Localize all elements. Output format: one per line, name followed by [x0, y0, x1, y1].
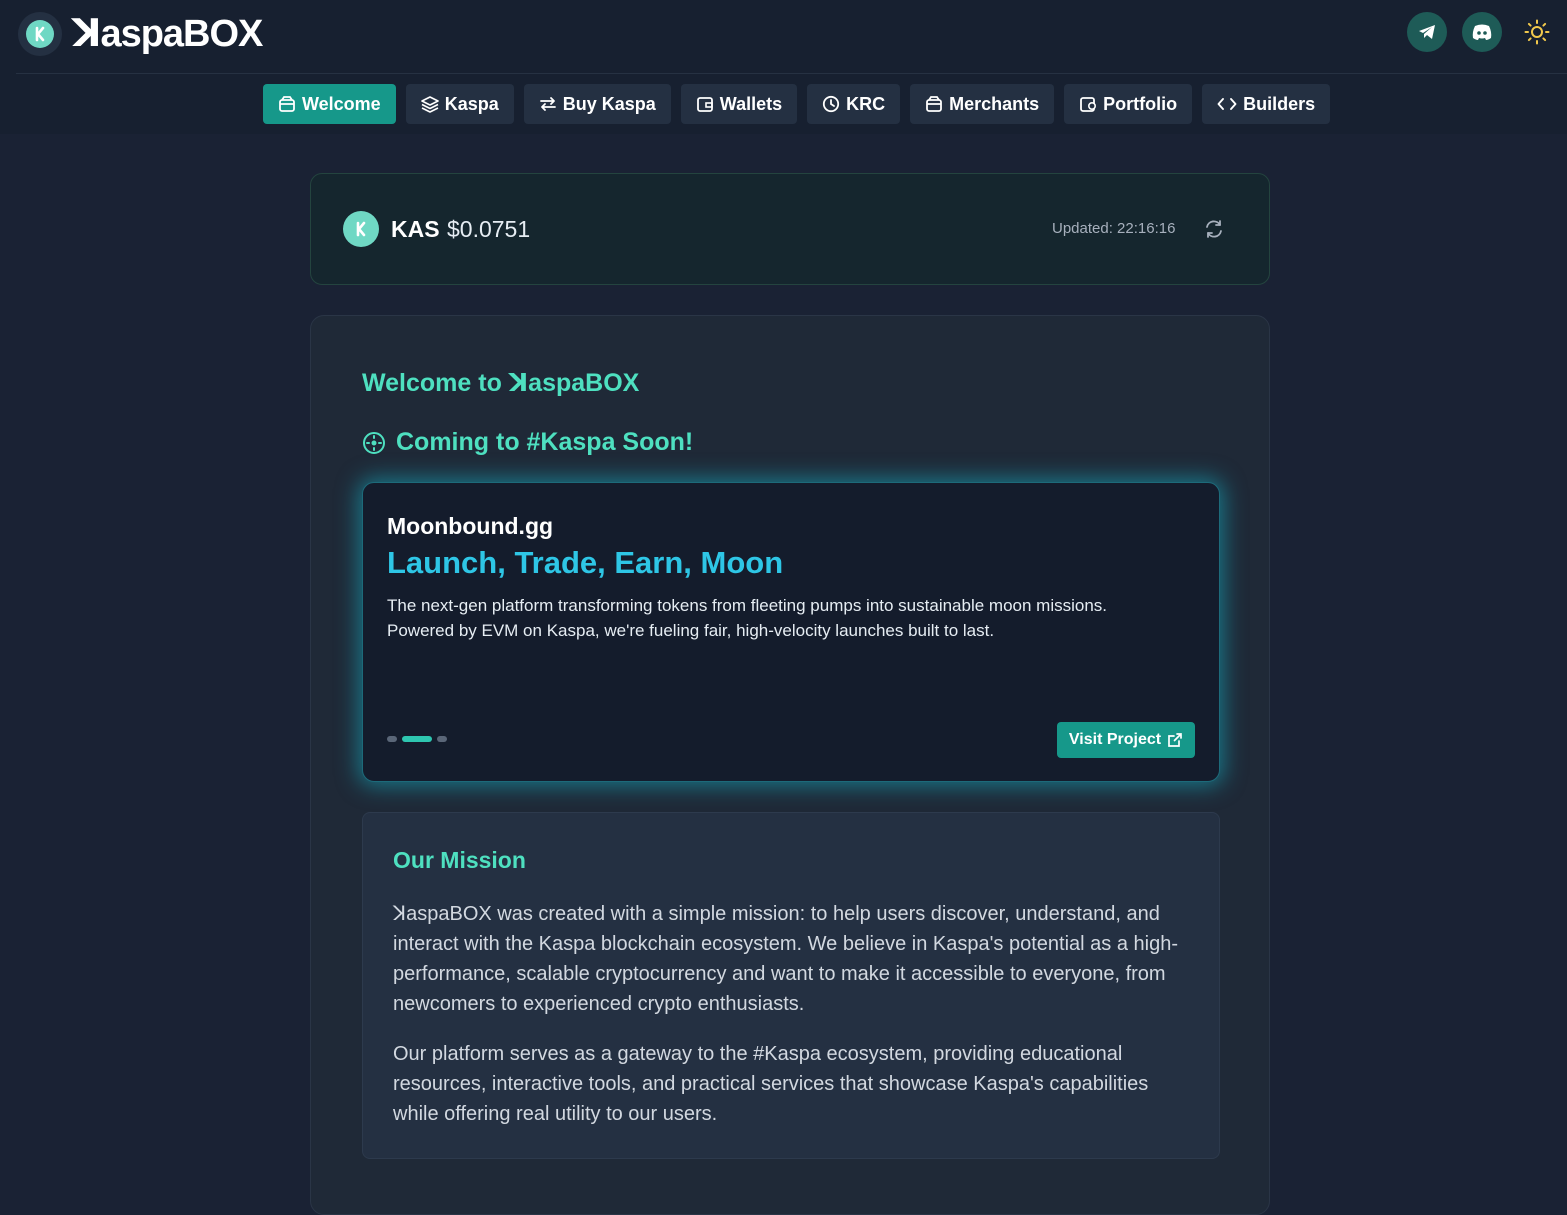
nav-krc[interactable]: KRC: [807, 84, 901, 124]
nav-builders[interactable]: Builders: [1202, 84, 1331, 124]
nav-label: Merchants: [949, 93, 1040, 114]
logo[interactable]: ꓘaspaBOX: [18, 11, 263, 56]
project-name: Moonbound.gg: [387, 513, 554, 539]
nav-label: Wallets: [719, 93, 783, 114]
visit-project-button[interactable]: Visit Project: [1057, 722, 1195, 758]
mission-card: Our Mission ꓘaspaBOX was created with a …: [362, 812, 1220, 1159]
external-link-icon: [1168, 733, 1182, 747]
visit-project-label: Visit Project: [1068, 731, 1162, 748]
top-bar: ꓘaspaBOX Welcome Kaspa Buy Kaspa Wallets: [0, 0, 1567, 134]
carousel-dot[interactable]: [387, 736, 397, 742]
welcome-section: Welcome to ꓘaspaBOX Coming to #Kaspa Soo…: [310, 315, 1270, 1215]
carousel-dots: [387, 736, 452, 742]
nav-label: Welcome: [302, 93, 381, 114]
carousel-dot-active[interactable]: [402, 736, 432, 742]
nav-label: KRC: [846, 93, 886, 114]
carousel-dot[interactable]: [437, 736, 447, 742]
nav-portfolio[interactable]: Portfolio: [1064, 84, 1193, 124]
mission-paragraph-1: ꓘaspaBOX was created with a simple missi…: [393, 903, 1178, 1015]
nav-buy-kaspa[interactable]: Buy Kaspa: [523, 84, 671, 124]
header-divider: [16, 73, 1567, 74]
nav-kaspa[interactable]: Kaspa: [405, 84, 514, 124]
code-icon: [1217, 98, 1237, 110]
coming-soon-text: Coming to #Kaspa Soon!: [396, 428, 694, 456]
welcome-title: Welcome to ꓘaspaBOX: [362, 369, 640, 397]
logo-icon: [18, 11, 62, 56]
clock-icon: [823, 95, 840, 113]
store-icon: [926, 96, 943, 112]
mission-title: Our Mission: [393, 847, 526, 873]
telegram-icon[interactable]: [1407, 12, 1447, 52]
nav-label: Portfolio: [1103, 93, 1178, 114]
mission-paragraph-2: Our platform serves as a gateway to the …: [393, 1043, 1149, 1125]
nav-welcome[interactable]: Welcome: [263, 84, 396, 124]
project-carousel: Moonbound.gg Launch, Trade, Earn, Moon T…: [362, 482, 1220, 782]
swap-icon: [539, 97, 556, 111]
nav-label: Builders: [1243, 93, 1316, 114]
refresh-icon[interactable]: [1203, 218, 1225, 245]
discord-icon[interactable]: [1462, 12, 1502, 52]
layers-icon: [420, 96, 439, 113]
wallet-icon: [696, 97, 713, 112]
project-tagline: Launch, Trade, Earn, Moon: [387, 545, 784, 580]
portfolio-icon: [1080, 97, 1097, 112]
nav-merchants[interactable]: Merchants: [910, 84, 1055, 124]
price-ticker-card: KAS $0.0751 Updated: 22:16:16: [310, 173, 1270, 285]
price-symbol: KAS: [391, 216, 440, 242]
price-value: $0.0751: [447, 216, 531, 242]
nav-label: Buy Kaspa: [562, 93, 656, 114]
brand-name: ꓘaspaBOX: [72, 13, 263, 55]
nav-label: Kaspa: [444, 93, 499, 114]
box-icon: [279, 96, 295, 112]
target-icon: [363, 431, 385, 454]
sun-icon[interactable]: [1517, 12, 1557, 52]
nav-wallets[interactable]: Wallets: [680, 84, 798, 124]
kaspa-logo-icon: [343, 211, 379, 247]
coming-soon-heading: Coming to #Kaspa Soon!: [362, 428, 693, 457]
project-description: The next-gen platform transforming token…: [387, 596, 1108, 640]
main-nav: Welcome Kaspa Buy Kaspa Wallets KRC Merc…: [263, 84, 1340, 124]
price-updated-time: Updated: 22:16:16: [1052, 220, 1176, 237]
